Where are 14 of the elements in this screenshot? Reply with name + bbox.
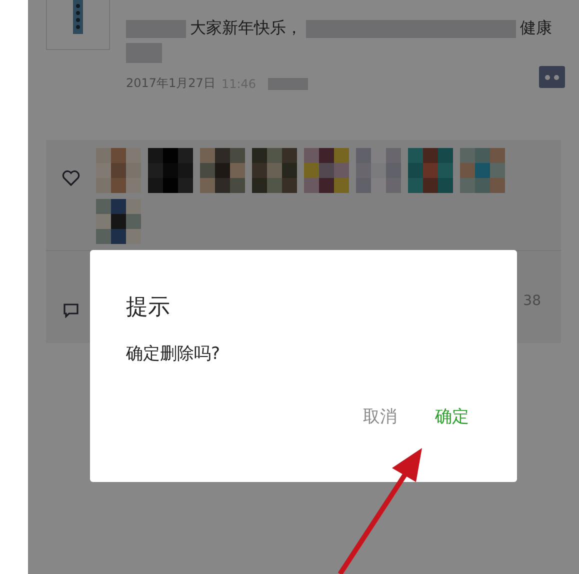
dialog-title: 提示	[126, 294, 171, 322]
redaction-block	[126, 43, 162, 63]
post-text: 大家新年快乐，	[190, 18, 302, 39]
dialog-message: 确定删除吗?	[126, 343, 222, 365]
more-button[interactable]	[539, 66, 565, 88]
cancel-button[interactable]: 取消	[355, 401, 405, 432]
confirm-button[interactable]: 确定	[427, 401, 477, 432]
redaction-block	[268, 78, 308, 90]
comment-icon	[63, 303, 79, 318]
post-text: 健康	[520, 18, 552, 39]
redaction-block	[126, 20, 186, 38]
post-date: 2017年1月27日	[126, 75, 216, 92]
heart-icon	[62, 170, 80, 186]
app-icon	[46, 0, 110, 50]
